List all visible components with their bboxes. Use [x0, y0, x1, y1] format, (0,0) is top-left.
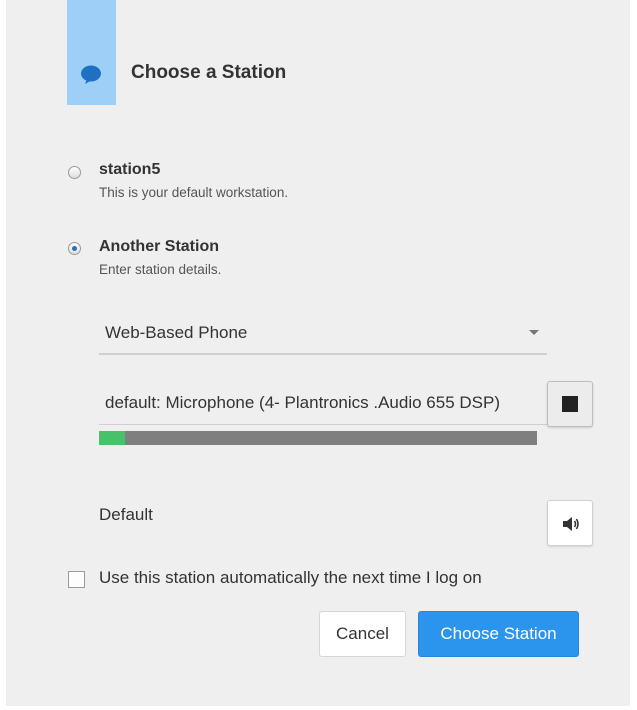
cancel-button[interactable]: Cancel: [319, 611, 406, 657]
stop-mic-test-button[interactable]: [547, 381, 593, 427]
stop-icon: [562, 396, 578, 412]
header-accent-bar: [67, 0, 116, 105]
another-station-label[interactable]: Another Station: [99, 238, 219, 256]
auto-use-checkbox[interactable]: [68, 571, 85, 588]
chevron-down-icon: [529, 330, 539, 335]
microphone-select[interactable]: default: Microphone (4- Plantronics .Aud…: [99, 381, 547, 425]
another-station-radio[interactable]: [68, 242, 81, 255]
microphone-value: default: Microphone (4- Plantronics .Aud…: [105, 393, 500, 412]
station5-radio[interactable]: [68, 166, 81, 179]
station-type-value: Web-Based Phone: [105, 323, 248, 342]
station5-description: This is your default workstation.: [99, 185, 289, 200]
dialog-title: Choose a Station: [131, 62, 287, 83]
test-speaker-button[interactable]: [547, 500, 593, 546]
speaker-label: Default: [99, 505, 153, 524]
station-type-select[interactable]: Web-Based Phone: [99, 315, 547, 355]
chat-bubble-icon: [81, 65, 101, 84]
mic-level-meter: [99, 431, 537, 445]
station5-label[interactable]: station5: [99, 161, 160, 179]
another-station-description: Enter station details.: [99, 262, 222, 277]
choose-station-button[interactable]: Choose Station: [418, 611, 579, 657]
mic-level-fill: [99, 431, 126, 445]
auto-use-label[interactable]: Use this station automatically the next …: [99, 568, 482, 588]
speaker-icon: [563, 517, 579, 531]
